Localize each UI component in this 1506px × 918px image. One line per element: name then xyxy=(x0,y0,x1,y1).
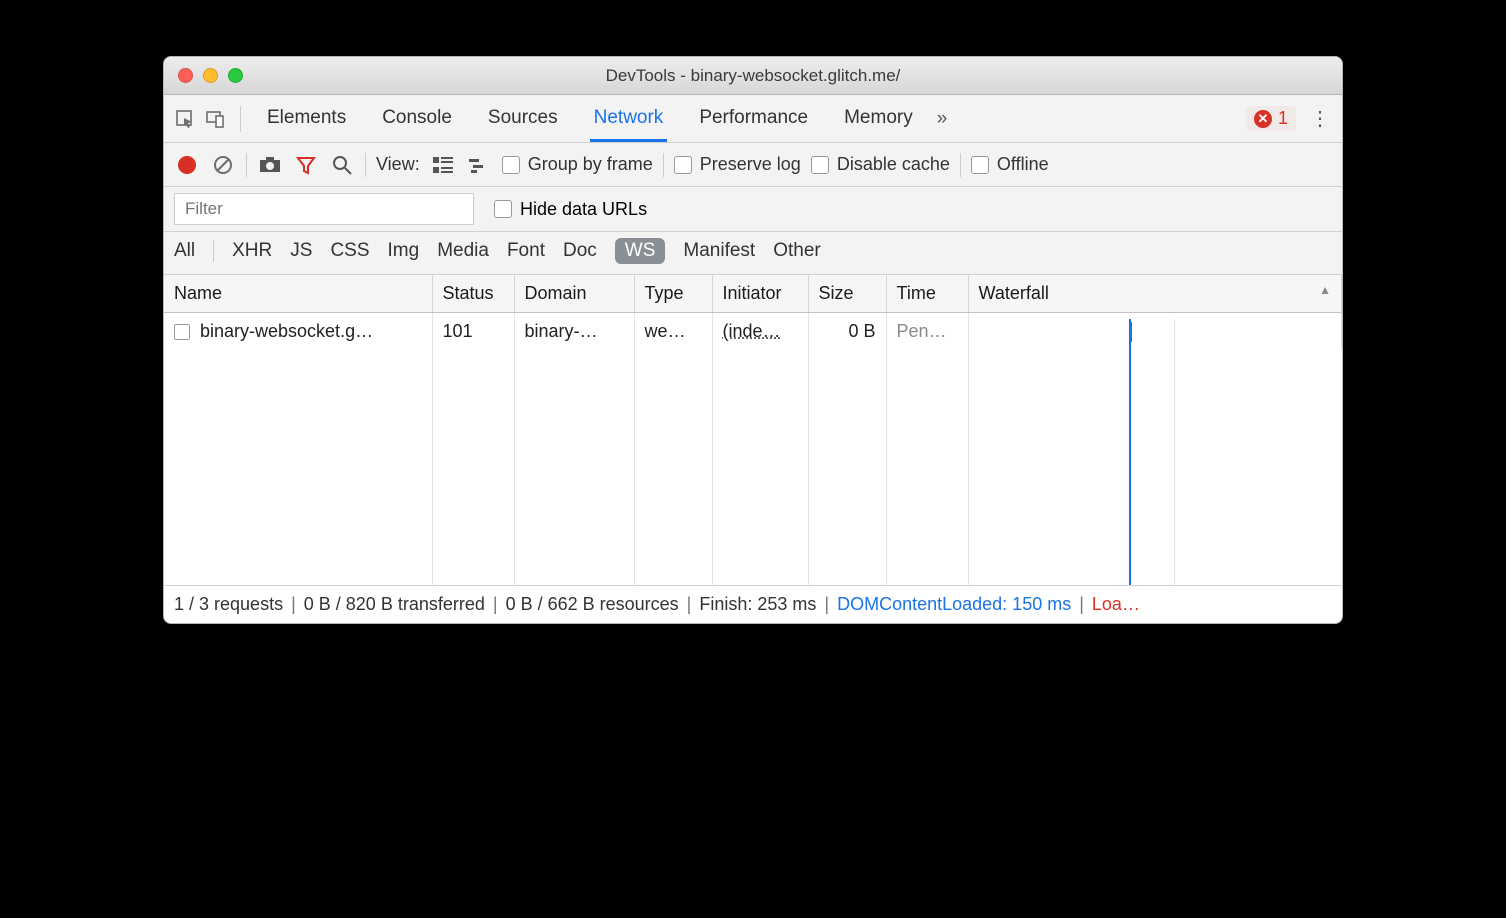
preserve-log-label: Preserve log xyxy=(700,154,801,175)
status-requests: 1 / 3 requests xyxy=(174,594,283,615)
offline-label: Offline xyxy=(997,154,1049,175)
record-button[interactable] xyxy=(174,152,200,178)
device-toolbar-icon[interactable] xyxy=(200,104,230,134)
tab-sources[interactable]: Sources xyxy=(484,97,562,141)
checkbox-icon xyxy=(494,200,512,218)
col-size[interactable]: Size xyxy=(808,275,886,313)
window-title: DevTools - binary-websocket.glitch.me/ xyxy=(164,66,1342,86)
col-type[interactable]: Type xyxy=(634,275,712,313)
status-transferred: 0 B / 820 B transferred xyxy=(304,594,485,615)
overview-icon[interactable] xyxy=(466,152,492,178)
divider xyxy=(663,153,664,177)
panel-tabs: Elements Console Sources Network Perform… xyxy=(263,97,917,141)
preserve-log-checkbox[interactable]: Preserve log xyxy=(674,154,801,175)
divider xyxy=(960,153,961,177)
error-icon: ✕ xyxy=(1254,110,1272,128)
sort-ascending-icon: ▲ xyxy=(1319,283,1331,297)
filter-type-js[interactable]: JS xyxy=(290,240,312,262)
cell-status: 101 xyxy=(432,313,514,351)
divider xyxy=(365,153,366,177)
more-tabs-button[interactable]: » xyxy=(937,108,948,130)
status-resources: 0 B / 662 B resources xyxy=(506,594,679,615)
filter-type-media[interactable]: Media xyxy=(437,240,489,262)
filter-type-img[interactable]: Img xyxy=(388,240,420,262)
tab-elements[interactable]: Elements xyxy=(263,97,350,141)
cell-initiator[interactable]: (inde… xyxy=(712,313,808,351)
filter-type-ws[interactable]: WS xyxy=(615,238,666,264)
cell-waterfall xyxy=(968,313,1342,351)
network-toolbar: View: Group by frame Preserve log Disabl… xyxy=(164,143,1342,187)
col-status[interactable]: Status xyxy=(432,275,514,313)
filter-type-other[interactable]: Other xyxy=(773,240,821,262)
hide-data-urls-checkbox[interactable]: Hide data URLs xyxy=(494,199,647,220)
settings-menu-button[interactable]: ⋮ xyxy=(1304,106,1336,131)
error-count-badge[interactable]: ✕ 1 xyxy=(1246,106,1296,131)
inspect-element-icon[interactable] xyxy=(170,104,200,134)
filter-bar: Hide data URLs xyxy=(164,187,1342,232)
maximize-window-button[interactable] xyxy=(228,68,243,83)
divider xyxy=(213,240,214,262)
table-header-row: Name Status Domain Type Initiator Size T… xyxy=(164,275,1342,313)
table-row[interactable]: binary-websocket.g… 101 binary-… we… (in… xyxy=(164,313,1342,351)
status-finish: Finish: 253 ms xyxy=(699,594,816,615)
status-load: Loa… xyxy=(1092,594,1140,615)
col-time[interactable]: Time xyxy=(886,275,968,313)
hide-data-urls-label: Hide data URLs xyxy=(520,199,647,220)
checkbox-icon xyxy=(674,156,692,174)
divider xyxy=(246,153,247,177)
filter-type-css[interactable]: CSS xyxy=(330,240,369,262)
cell-name: binary-websocket.g… xyxy=(164,313,432,351)
tab-performance[interactable]: Performance xyxy=(695,97,812,141)
cell-domain: binary-… xyxy=(514,313,634,351)
traffic-lights xyxy=(164,68,243,83)
titlebar: DevTools - binary-websocket.glitch.me/ xyxy=(164,57,1342,95)
cell-size: 0 B xyxy=(808,313,886,351)
col-name[interactable]: Name xyxy=(164,275,432,313)
large-rows-icon[interactable] xyxy=(430,152,456,178)
status-bar: 1 / 3 requests | 0 B / 820 B transferred… xyxy=(164,585,1342,623)
checkbox-icon xyxy=(811,156,829,174)
panel-tabbar: Elements Console Sources Network Perform… xyxy=(164,95,1342,143)
disable-cache-label: Disable cache xyxy=(837,154,950,175)
filter-type-manifest[interactable]: Manifest xyxy=(683,240,755,262)
requests-table-wrap: Name Status Domain Type Initiator Size T… xyxy=(164,275,1342,585)
capture-screenshots-icon[interactable] xyxy=(257,152,283,178)
close-window-button[interactable] xyxy=(178,68,193,83)
tab-console[interactable]: Console xyxy=(378,97,456,141)
cell-time: Pen… xyxy=(886,313,968,351)
col-domain[interactable]: Domain xyxy=(514,275,634,313)
requests-table: Name Status Domain Type Initiator Size T… xyxy=(164,275,1342,350)
checkbox-icon xyxy=(971,156,989,174)
minimize-window-button[interactable] xyxy=(203,68,218,83)
group-by-frame-checkbox[interactable]: Group by frame xyxy=(502,154,653,175)
cell-type: we… xyxy=(634,313,712,351)
waterfall-dcl-marker xyxy=(1130,322,1132,342)
offline-checkbox[interactable]: Offline xyxy=(971,154,1049,175)
disable-cache-checkbox[interactable]: Disable cache xyxy=(811,154,950,175)
filter-type-doc[interactable]: Doc xyxy=(563,240,597,262)
error-count: 1 xyxy=(1278,108,1288,129)
status-domcontentloaded: DOMContentLoaded: 150 ms xyxy=(837,594,1071,615)
checkbox-icon xyxy=(502,156,520,174)
tab-memory[interactable]: Memory xyxy=(840,97,917,141)
filter-type-font[interactable]: Font xyxy=(507,240,545,262)
resource-icon xyxy=(174,324,190,340)
filter-type-xhr[interactable]: XHR xyxy=(232,240,272,262)
column-gridlines xyxy=(164,319,1342,585)
divider xyxy=(240,106,241,132)
col-waterfall[interactable]: Waterfall▲ xyxy=(968,275,1342,313)
group-by-frame-label: Group by frame xyxy=(528,154,653,175)
devtools-window: DevTools - binary-websocket.glitch.me/ E… xyxy=(163,56,1343,624)
clear-button[interactable] xyxy=(210,152,236,178)
col-initiator[interactable]: Initiator xyxy=(712,275,808,313)
filter-icon[interactable] xyxy=(293,152,319,178)
search-icon[interactable] xyxy=(329,152,355,178)
resource-type-filters: All XHR JS CSS Img Media Font Doc WS Man… xyxy=(164,232,1342,275)
view-label: View: xyxy=(376,154,420,175)
filter-type-all[interactable]: All xyxy=(174,240,195,262)
tab-network[interactable]: Network xyxy=(590,97,668,142)
filter-input[interactable] xyxy=(174,193,474,225)
